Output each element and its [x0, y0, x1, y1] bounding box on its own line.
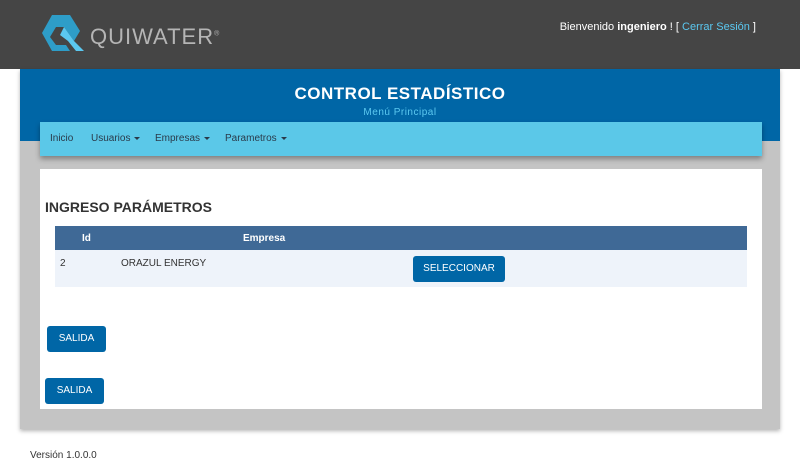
cell-empresa: ORAZUL ENERGY: [121, 258, 207, 269]
nav-item-empresas[interactable]: Empresas: [155, 133, 211, 144]
app-subtitle: Menú Principal: [363, 107, 437, 118]
exit-button-secondary[interactable]: SALIDA: [45, 378, 104, 404]
quiwater-logo-icon: [42, 15, 84, 51]
quiwater-logo: QUIWATER®: [40, 13, 240, 53]
cell-id: 2: [60, 258, 66, 269]
table-row: 2 ORAZUL ENERGY SELECCIONAR: [55, 250, 747, 287]
chevron-down-icon: [134, 136, 141, 140]
navbar: Inicio Usuarios Empresas Parametros: [40, 122, 762, 156]
logo-text: QUIWATER®: [90, 24, 221, 49]
top-bar: QUIWATER® Bienvenido ingeniero ! [ Cerra…: [0, 0, 800, 69]
page-title: INGRESO PARÁMETROS: [45, 199, 212, 215]
exit-button[interactable]: SALIDA: [47, 326, 106, 352]
nav-item-parametros[interactable]: Parametros: [225, 133, 287, 144]
chevron-down-icon: [280, 136, 287, 140]
welcome-message: Bienvenido ingeniero ! [ Cerrar Sesión ]: [559, 21, 756, 33]
nav-item-usuarios[interactable]: Usuarios: [91, 133, 141, 144]
column-header-empresa: Empresa: [243, 233, 286, 244]
column-header-id: Id: [82, 233, 91, 244]
nav-item-inicio[interactable]: Inicio: [50, 133, 73, 144]
select-button[interactable]: SELECCIONAR: [413, 256, 505, 282]
logout-link[interactable]: Cerrar Sesión: [682, 21, 750, 33]
username: ingeniero: [617, 21, 667, 33]
app-title: CONTROL ESTADÍSTICO: [294, 84, 506, 103]
main-frame: CONTROL ESTADÍSTICO Menú Principal Inici…: [20, 69, 780, 429]
companies-table: Id Empresa 2 ORAZUL ENERGY SELECCIONAR: [55, 226, 747, 287]
table-header: Id Empresa: [55, 226, 747, 250]
version-label: Versión 1.0.0.0: [30, 450, 97, 461]
content-panel: INGRESO PARÁMETROS Id Empresa 2 ORAZUL E…: [40, 169, 762, 409]
chevron-down-icon: [204, 136, 211, 140]
